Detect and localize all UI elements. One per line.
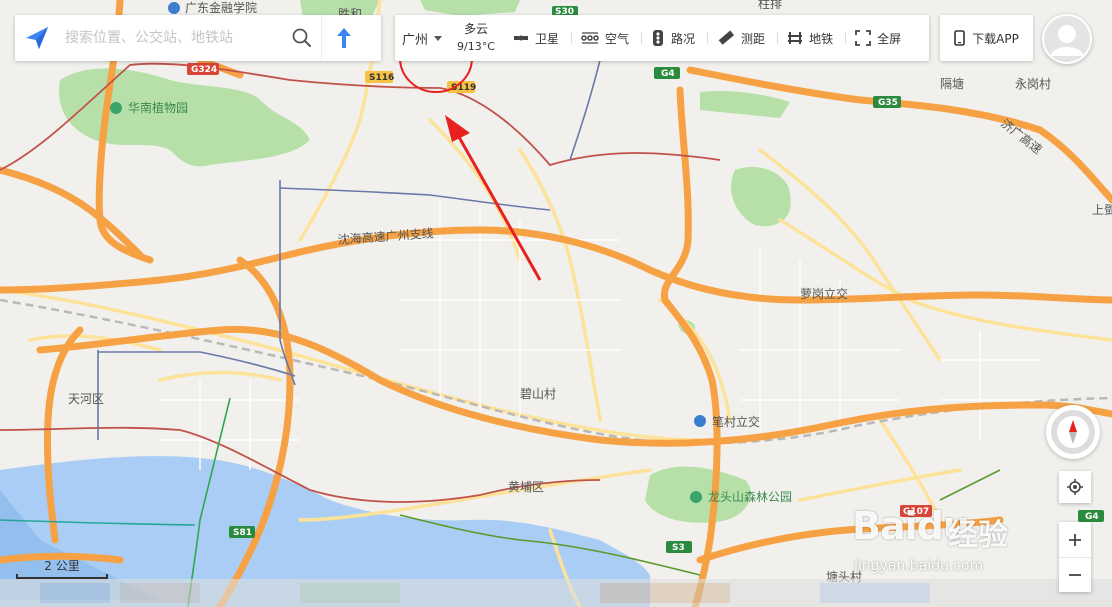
watermark-logo: Baidu 经验 jingyan.baidu.com: [852, 504, 1058, 586]
shield-g324: G324: [187, 63, 219, 75]
traffic-button[interactable]: 路况: [641, 15, 707, 61]
download-app-label: 下载APP: [972, 31, 1019, 46]
fullscreen-label: 全屏: [877, 31, 902, 46]
zoom-controls: [1059, 522, 1091, 592]
paper-plane-logo-icon[interactable]: [15, 15, 59, 61]
fullscreen-icon: [855, 30, 871, 46]
city-name: 广州: [401, 32, 428, 48]
svg-text:G35: G35: [878, 98, 898, 108]
route-arrow-icon: [336, 28, 351, 48]
map-toolbar: 广州 多云 9/13°C 卫星 空气 路况 测距 地铁 全屏: [395, 15, 929, 61]
zoom-out-button[interactable]: [1059, 557, 1091, 592]
ruler-icon: [718, 30, 735, 45]
download-app-button[interactable]: 下载APP: [940, 15, 1033, 61]
subway-label: 地铁: [809, 31, 834, 46]
svg-text:S116: S116: [369, 73, 394, 83]
traffic-label: 路况: [671, 31, 696, 46]
avatar[interactable]: [1042, 14, 1092, 64]
watermark-url: jingyan.baidu.com: [854, 558, 984, 574]
traffic-light-icon: [653, 30, 664, 46]
subway-button[interactable]: 地铁: [777, 15, 845, 61]
label-bishan: 碧山村: [520, 387, 556, 401]
search-icon: [292, 28, 311, 47]
weather-condition: 多云: [463, 22, 488, 36]
zoom-in-button[interactable]: [1059, 522, 1091, 557]
label-yonggang: 永岗村: [1015, 77, 1051, 91]
satellite-button[interactable]: 卫星: [503, 15, 571, 61]
weather-widget[interactable]: 多云 9/13°C: [449, 21, 503, 55]
scale-bar: 2 公里: [16, 557, 108, 581]
label-finance-college: 广东金融学院: [185, 0, 257, 15]
svg-text:S3: S3: [672, 543, 685, 553]
city-selector[interactable]: 广州: [395, 29, 449, 48]
route-button[interactable]: [321, 15, 365, 61]
subway-icon: [788, 32, 803, 44]
shield-g35: G35: [873, 96, 901, 108]
weather-temperature: 9/13°C: [457, 40, 495, 53]
phone-icon: [954, 30, 965, 46]
satellite-icon: [514, 35, 528, 41]
air-quality-icon: [581, 32, 599, 44]
search-input[interactable]: [59, 23, 283, 53]
minus-icon: [1069, 574, 1081, 576]
label-shangjing: 上鄧: [1092, 203, 1112, 217]
watermark-sub: 经验: [948, 518, 1008, 553]
label-botanical-garden: 华南植物园: [128, 100, 188, 115]
satellite-label: 卫星: [535, 31, 560, 46]
air-quality-label: 空气: [605, 31, 630, 46]
svg-text:G4: G4: [1085, 512, 1099, 522]
shield-s3: S3: [666, 541, 692, 553]
measure-button[interactable]: 测距: [707, 15, 777, 61]
locate-icon: [1067, 479, 1083, 495]
shield-s116: S116: [365, 71, 394, 83]
measure-label: 测距: [741, 31, 766, 46]
label-huangpu: 黄埔区: [508, 480, 544, 494]
svg-text:G324: G324: [191, 65, 217, 75]
chevron-down-icon: [434, 35, 442, 41]
search-panel: [15, 15, 381, 61]
label-geshan: 隔塘: [940, 76, 964, 91]
compass-icon: [1051, 410, 1095, 454]
label-tianhe: 天河区: [68, 392, 104, 406]
svg-text:S81: S81: [233, 528, 252, 538]
air-quality-button[interactable]: 空气: [571, 15, 641, 61]
scale-ruler: [16, 574, 108, 579]
label-zhaipai: 柱排: [758, 0, 782, 11]
label-luogang-interchange: 萝岗立交: [800, 286, 848, 301]
user-avatar-icon: [1044, 16, 1090, 62]
shield-g4-right: G4: [1078, 510, 1104, 522]
shield-g4-top: G4: [654, 67, 680, 79]
plus-icon: [1069, 533, 1081, 546]
label-bicun-interchange: 笔村立交: [712, 414, 760, 429]
search-button[interactable]: [283, 15, 321, 61]
fullscreen-button[interactable]: 全屏: [845, 15, 913, 61]
compass-button[interactable]: [1046, 405, 1100, 459]
label-longtoushan: 龙头山森林公园: [708, 489, 792, 504]
scale-label: 2 公里: [44, 559, 80, 573]
svg-text:G4: G4: [661, 69, 675, 79]
shield-s81: S81: [229, 526, 255, 538]
locate-button[interactable]: [1059, 471, 1091, 503]
